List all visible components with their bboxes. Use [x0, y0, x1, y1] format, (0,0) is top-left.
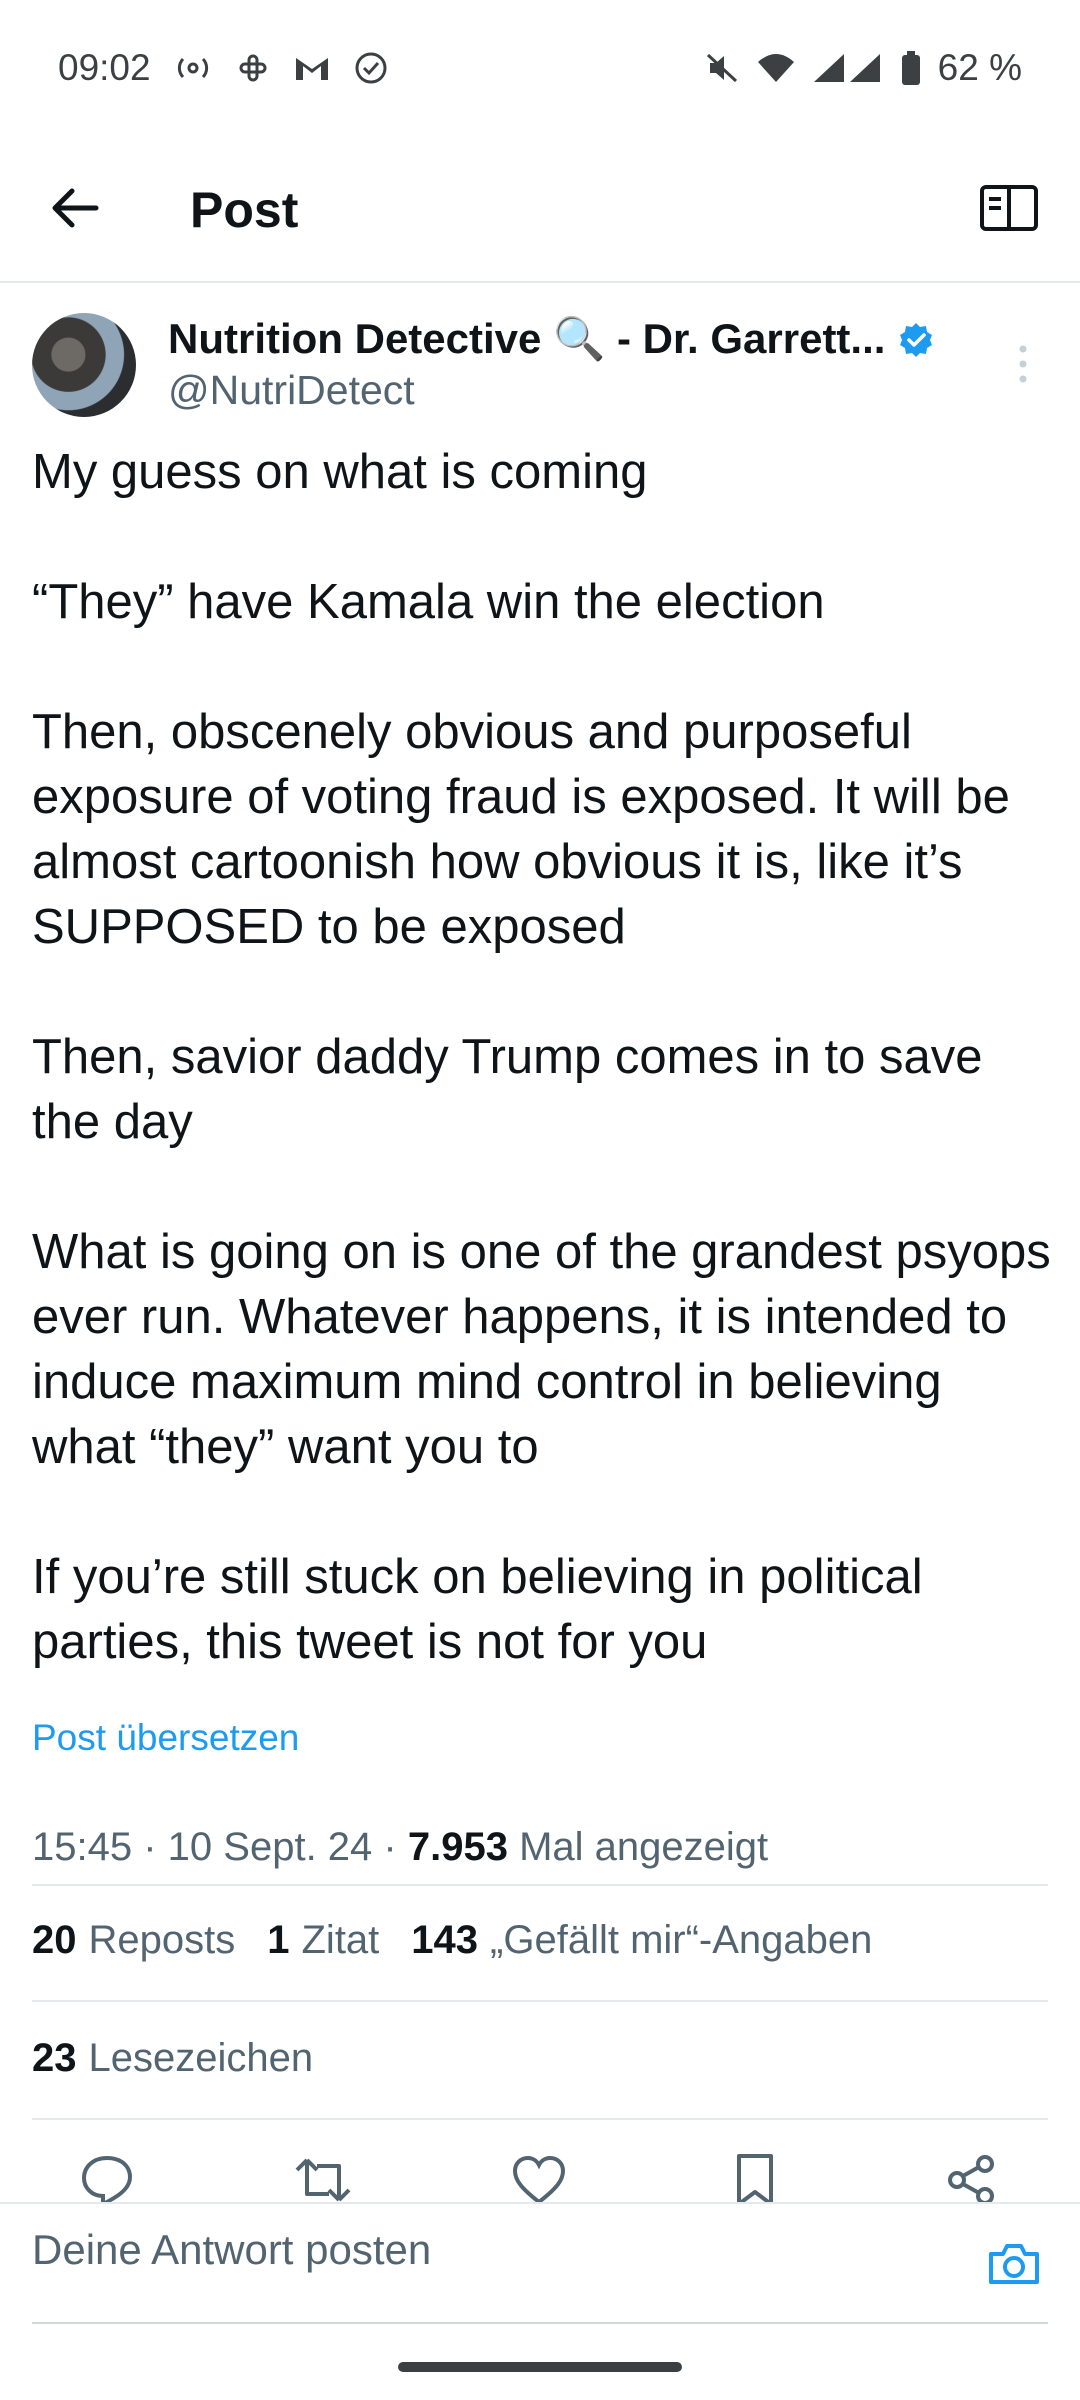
repost-icon	[295, 2158, 351, 2202]
views-count: 7.953	[407, 1825, 508, 1869]
page-title: Post	[190, 182, 299, 238]
verified-badge-icon	[897, 321, 935, 359]
status-time: 09:02	[58, 46, 151, 88]
more-vertical-icon	[1019, 345, 1027, 383]
post-meta: 15:45 · 10 Sept. 24 · 7.953 Mal angezeig…	[32, 1825, 768, 1870]
slack-icon	[235, 50, 271, 86]
camera-icon	[989, 2244, 1039, 2284]
wifi-icon	[756, 52, 796, 84]
top-app-bar: Post	[0, 135, 1080, 283]
reply-button[interactable]	[74, 2150, 140, 2210]
author-name-text: Nutrition Detective 🔍 - Dr. Garrett...	[168, 315, 886, 362]
meta-separator: ·	[143, 1825, 168, 1869]
reply-input[interactable]: Deine Antwort posten	[32, 2226, 431, 2274]
battery-level: 62 %	[937, 46, 1022, 88]
translate-post-link[interactable]: Post übersetzen	[32, 1717, 299, 1759]
reader-mode-button[interactable]	[974, 175, 1044, 241]
more-options-button[interactable]	[1008, 339, 1038, 389]
bookmarks-label: Lesezeichen	[88, 2036, 314, 2080]
divider	[32, 1884, 1048, 1886]
post-date: 10 Sept. 24	[167, 1825, 373, 1869]
reposts-count: 20	[32, 1918, 77, 1962]
author-row: Nutrition Detective 🔍 - Dr. Garrett... @…	[0, 285, 1080, 435]
like-button[interactable]	[506, 2150, 572, 2210]
bookmarks-stat[interactable]: 23 Lesezeichen	[32, 2036, 313, 2081]
battery-icon	[900, 50, 922, 86]
reposts-stat[interactable]: 20 Reposts	[32, 1918, 235, 1963]
check-circle-icon	[353, 50, 389, 86]
divider	[32, 2000, 1048, 2002]
reposts-label: Reposts	[88, 1918, 236, 1962]
views-label: Mal angezeigt	[519, 1825, 769, 1869]
comment-icon	[81, 2155, 133, 2208]
bookmark-button[interactable]	[722, 2150, 788, 2210]
avatar[interactable]	[32, 313, 136, 417]
post: Nutrition Detective 🔍 - Dr. Garrett... @…	[0, 285, 1080, 1869]
share-button[interactable]	[938, 2150, 1004, 2210]
radio-icon	[173, 53, 213, 83]
post-time: 15:45	[32, 1825, 133, 1869]
quotes-stat[interactable]: 1 Zitat	[267, 1918, 379, 1963]
likes-count: 143	[411, 1918, 479, 1962]
gmail-icon	[293, 53, 331, 83]
add-photo-button[interactable]	[982, 2232, 1046, 2296]
back-button[interactable]	[40, 173, 110, 243]
likes-label: „Gefällt mir“-Angaben	[490, 1918, 873, 1962]
vibrate-off-icon	[704, 51, 740, 85]
repost-button[interactable]	[290, 2150, 356, 2210]
quotes-count: 1	[267, 1918, 290, 1962]
status-bar: 09:02 62 %	[0, 0, 1080, 135]
post-text: My guess on what is coming “They” have K…	[32, 445, 1051, 1669]
arrow-left-icon	[52, 188, 99, 228]
reply-composer: Deine Antwort posten	[0, 2202, 1080, 2324]
quotes-label: Zitat	[301, 1918, 380, 1962]
divider	[32, 2118, 1048, 2120]
author-name[interactable]: Nutrition Detective 🔍 - Dr. Garrett...	[168, 315, 935, 364]
reply-input-underline	[32, 2322, 1048, 2324]
meta-separator: ·	[383, 1825, 408, 1869]
bookmarks-count: 23	[32, 2036, 77, 2080]
book-open-icon	[980, 185, 1038, 231]
author-handle[interactable]: @NutriDetect	[168, 367, 415, 414]
action-bar	[0, 2150, 1080, 2210]
signal-icon	[812, 52, 884, 84]
likes-stat[interactable]: 143 „Gefällt mir“-Angaben	[411, 1918, 872, 1963]
share-icon	[948, 2155, 994, 2205]
home-indicator[interactable]	[398, 2362, 682, 2372]
heart-icon	[512, 2155, 566, 2205]
bookmark-icon	[737, 2154, 773, 2206]
engagement-stats: 20 Reposts 1 Zitat 143 „Gefällt mir“-Angabe…	[32, 1918, 904, 1963]
